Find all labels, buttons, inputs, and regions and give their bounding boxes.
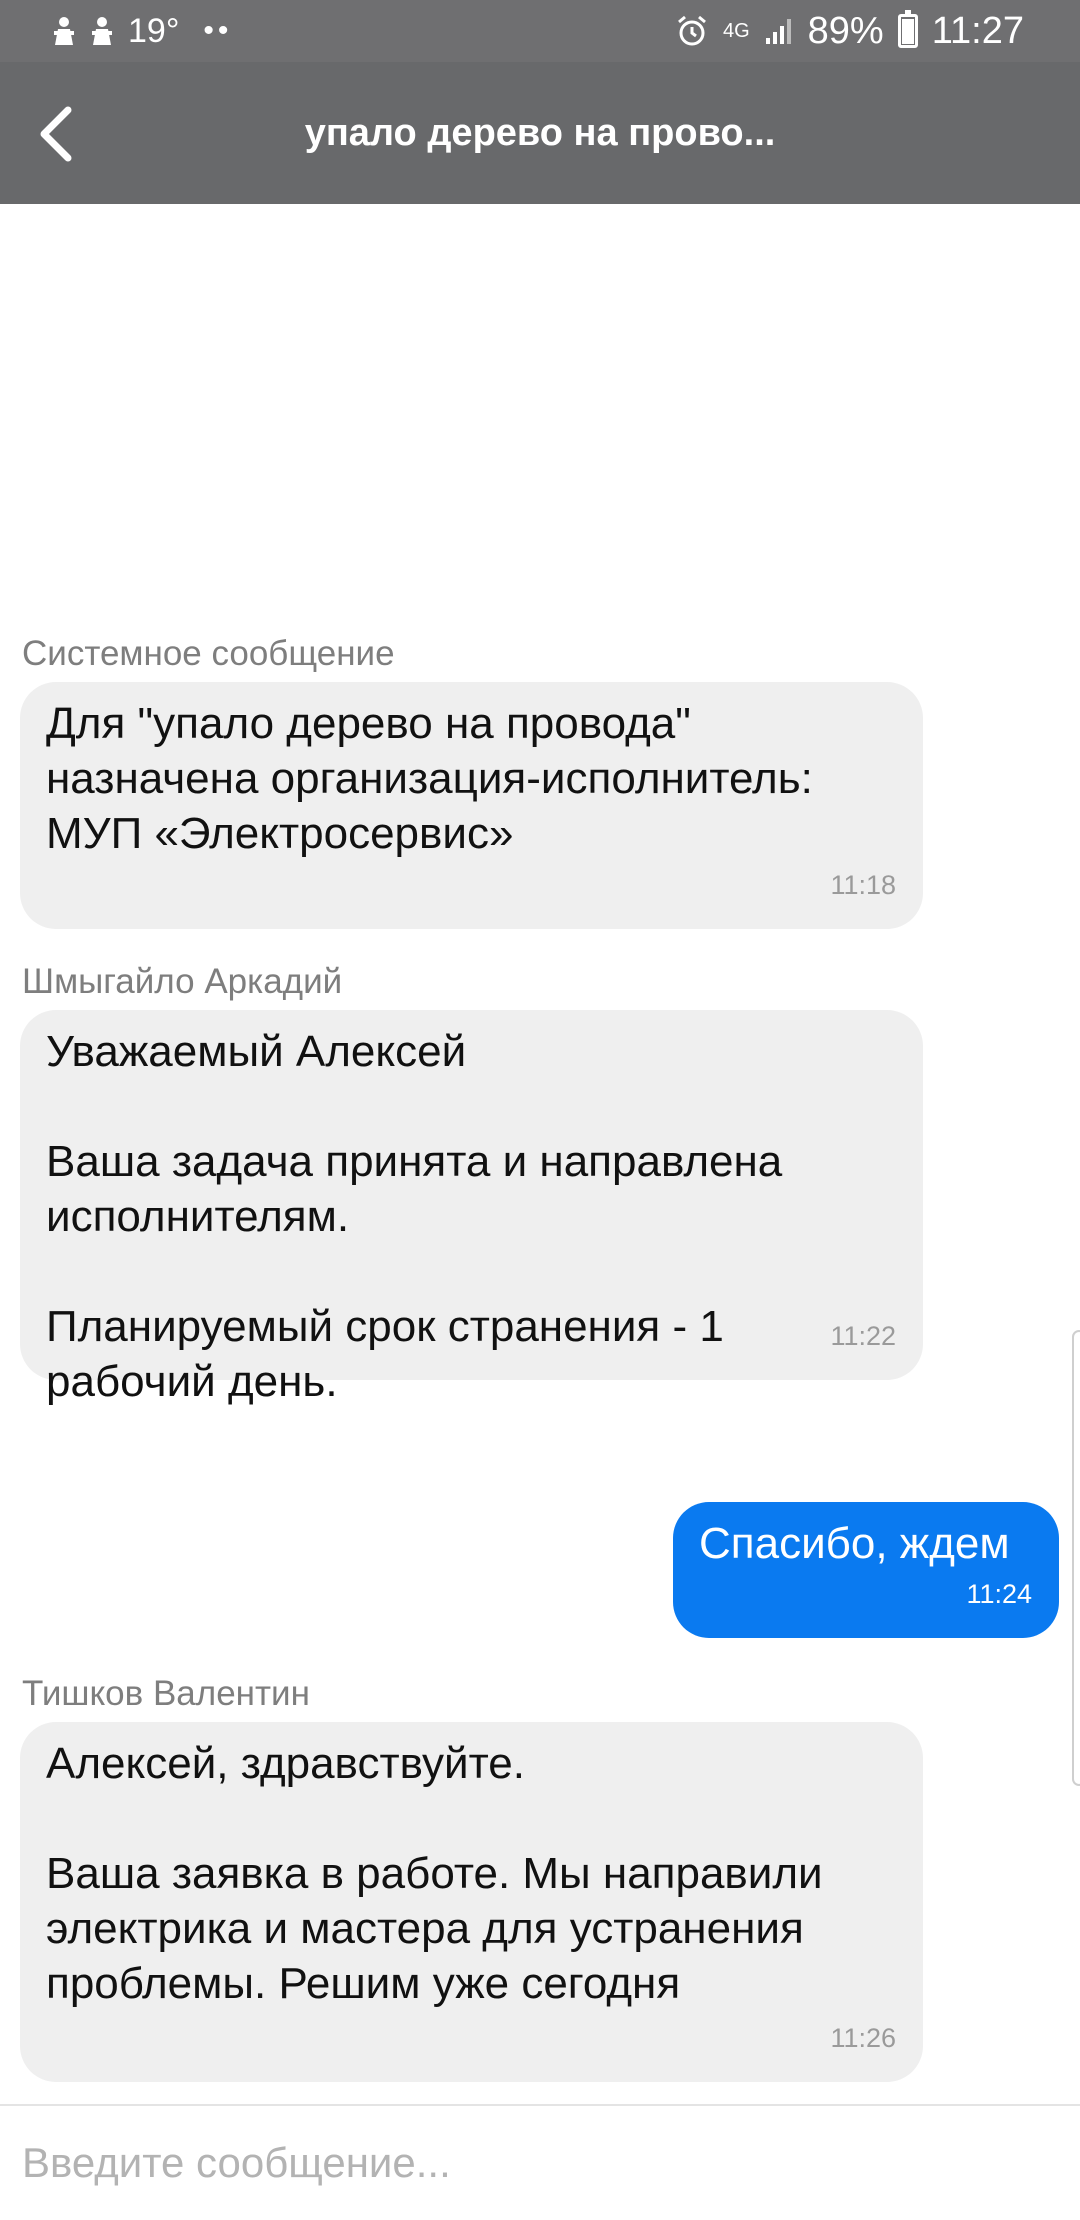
notification-icon xyxy=(52,15,76,47)
message-time: 11:18 xyxy=(830,870,896,900)
message-sender: Системное сообщение xyxy=(22,634,395,673)
message-input-bar xyxy=(0,2104,1080,2220)
message-list[interactable]: Системное сообщение Для "упало дерево на… xyxy=(0,204,1080,2104)
battery-fill xyxy=(901,19,914,44)
message-bubble-outgoing[interactable]: Спасибо, ждем 11:24 xyxy=(673,1502,1059,1638)
clock: 11:27 xyxy=(931,9,1024,52)
signal-icon xyxy=(764,16,794,46)
message-bubble[interactable]: Для "упало дерево на провода" назначена … xyxy=(20,682,923,929)
message-input[interactable] xyxy=(22,2126,1052,2200)
message-sender: Тишков Валентин xyxy=(22,1674,310,1713)
battery-percent: 89% xyxy=(807,9,884,52)
back-button[interactable] xyxy=(14,92,98,176)
scroll-indicator[interactable] xyxy=(1072,1330,1080,1786)
message-text: Алексей, здравствуйте. Ваша заявка в раб… xyxy=(46,1739,823,2008)
more-notifications-icon: •• xyxy=(203,14,233,47)
message-time: 11:22 xyxy=(830,1321,896,1351)
toolbar: упало дерево на прово... xyxy=(0,62,1080,204)
temperature-label: 19° xyxy=(128,11,180,50)
battery-icon xyxy=(897,10,918,48)
network-type-icon: 4G xyxy=(722,20,750,42)
chat-title: упало дерево на прово... xyxy=(304,111,776,154)
back-arrow-icon xyxy=(40,106,72,162)
message-time: 11:24 xyxy=(966,1579,1032,1609)
message-bubble[interactable]: Уважаемый Алексей Ваша задача принята и … xyxy=(20,1010,923,1406)
status-bar-left: 19° •• xyxy=(52,8,232,54)
message-bubble[interactable]: Алексей, здравствуйте. Ваша заявка в раб… xyxy=(20,1722,923,2082)
message-text: Уважаемый Алексей Ваша задача принята и … xyxy=(46,1027,783,1406)
notification-icon xyxy=(90,15,114,47)
message-text: Спасибо, ждем xyxy=(699,1519,1010,1568)
network-type-label: 4G xyxy=(722,20,750,42)
alarm-icon xyxy=(675,14,709,48)
message-text: Для "упало дерево на провода" назначена … xyxy=(46,699,813,858)
status-bar-right: 4G 89% 11:27 xyxy=(675,8,1024,54)
message-time: 11:26 xyxy=(830,2023,896,2053)
message-sender: Шмыгайло Аркадий xyxy=(22,962,343,1001)
status-bar: 19° •• 4G 89% 11:27 xyxy=(0,0,1080,62)
